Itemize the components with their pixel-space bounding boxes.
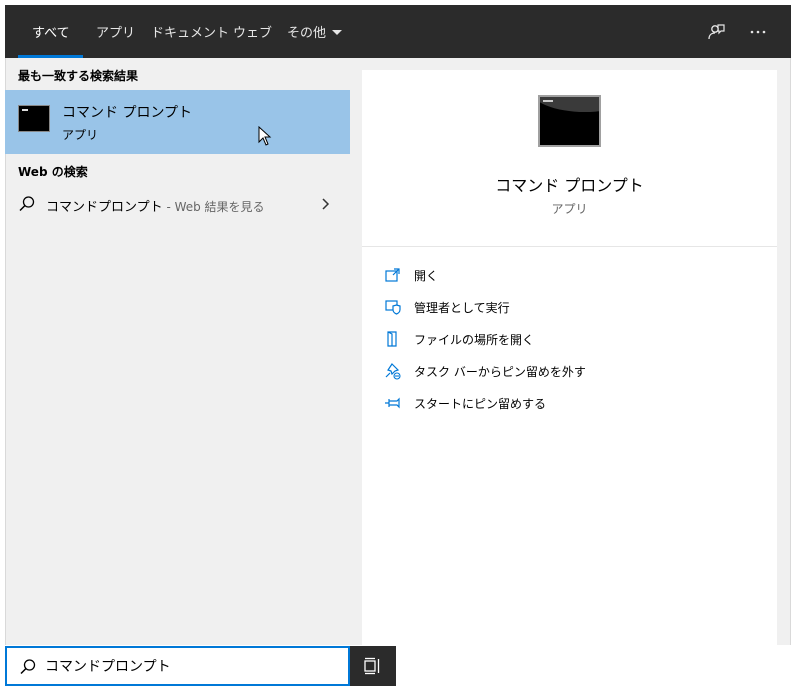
action-pin-start[interactable]: スタートにピン留めする [384, 391, 764, 415]
mouse-cursor-icon [258, 126, 272, 146]
action-run-as-admin[interactable]: 管理者として実行 [384, 295, 764, 319]
action-unpin-taskbar[interactable]: タスク バーからピン留めを外す [384, 359, 764, 383]
search-icon [19, 196, 35, 212]
search-icon [20, 659, 36, 675]
shield-icon [385, 300, 401, 315]
best-match-result[interactable]: コマンド プロンプト アプリ [5, 90, 350, 154]
web-result-suffix: - Web 結果を見る [162, 200, 265, 214]
command-prompt-large-icon [538, 95, 601, 147]
tab-apps[interactable]: アプリ [96, 22, 135, 41]
search-bar [5, 646, 396, 686]
action-pin-start-label: スタートにピン留めする [414, 397, 547, 411]
unpin-taskbar-icon [385, 363, 401, 380]
action-unpin-taskbar-label: タスク バーからピン留めを外す [414, 365, 586, 379]
tab-documents[interactable]: ドキュメント [151, 22, 229, 41]
task-view-icon[interactable] [363, 656, 383, 676]
action-open-label: 開く [414, 269, 439, 283]
search-input[interactable] [45, 655, 335, 677]
chevron-down-icon [332, 30, 343, 35]
chevron-right-icon [322, 198, 330, 210]
preview-pane: コマンド プロンプト アプリ 開く 管理者として実行 ファイルの場所を開く タス… [362, 70, 777, 645]
action-run-as-admin-label: 管理者として実行 [414, 301, 510, 315]
feedback-icon[interactable] [706, 22, 726, 42]
pin-start-icon [385, 397, 400, 409]
best-match-title: コマンド プロンプト [62, 105, 193, 121]
web-search-heading: Web の検索 [18, 165, 88, 179]
tab-all[interactable]: すべて [32, 22, 70, 41]
file-location-icon [387, 331, 397, 347]
preview-title: コマンド プロンプト [495, 176, 644, 195]
best-match-subtitle: アプリ [62, 128, 99, 142]
results-pane: 最も一致する検索結果 コマンド プロンプト アプリ Web の検索 コマンドプロ… [5, 58, 350, 645]
search-box [5, 646, 350, 686]
action-open[interactable]: 開く [384, 263, 764, 287]
divider [362, 246, 777, 247]
tab-web[interactable]: ウェブ [233, 22, 272, 41]
web-result-query: コマンドプロンプト [46, 200, 163, 215]
more-options-icon[interactable] [748, 22, 768, 42]
command-prompt-icon [18, 105, 50, 132]
search-tab-bar: すべて アプリ ドキュメント ウェブ その他 [5, 5, 791, 58]
open-icon [385, 268, 400, 282]
preview-subtitle: アプリ [551, 202, 588, 216]
web-search-result[interactable]: コマンドプロンプト - Web 結果を見る [5, 189, 350, 219]
action-open-file-location-label: ファイルの場所を開く [414, 333, 535, 347]
tab-more[interactable]: その他 [287, 22, 343, 41]
tab-more-label: その他 [287, 26, 327, 41]
best-match-heading: 最も一致する検索結果 [18, 69, 139, 83]
web-result-text: コマンドプロンプト - Web 結果を見る [46, 196, 265, 215]
action-open-file-location[interactable]: ファイルの場所を開く [384, 327, 764, 351]
